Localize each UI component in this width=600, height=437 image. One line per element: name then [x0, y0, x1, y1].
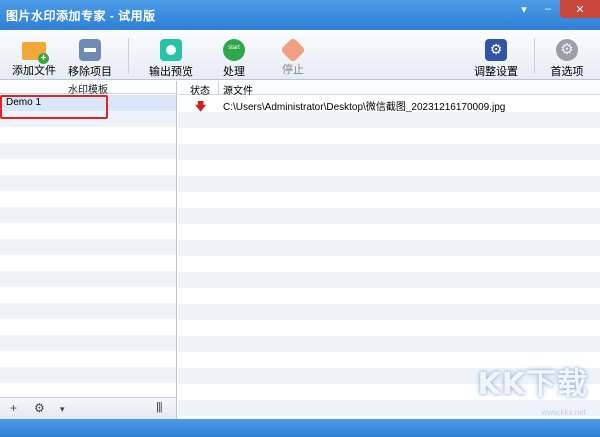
remove-item-label: 移除项目: [68, 66, 112, 78]
empty-row: [0, 367, 176, 383]
add-file-button[interactable]: 添加文件: [6, 32, 62, 78]
source-column-header[interactable]: 源文件: [223, 82, 253, 97]
status-column-header[interactable]: 状态: [190, 82, 210, 97]
stop-button[interactable]: 停止: [265, 32, 321, 78]
preferences-button[interactable]: 首选项: [539, 32, 595, 78]
file-list-header: 状态 源文件: [178, 81, 600, 97]
add-folder-icon: [22, 42, 49, 64]
process-button[interactable]: 处理: [206, 32, 262, 78]
empty-row: [178, 224, 600, 240]
empty-row: [178, 320, 600, 336]
file-path: C:\Users\Administrator\Desktop\微信截图_2023…: [223, 102, 506, 113]
add-file-label: 添加文件: [12, 65, 56, 77]
empty-row: [178, 112, 600, 128]
stop-label: 停止: [282, 64, 304, 76]
columns-icon[interactable]: |||: [156, 401, 163, 413]
empty-row: [178, 144, 600, 160]
process-label: 处理: [223, 66, 245, 78]
empty-row: [178, 128, 600, 144]
toolbar-separator: [128, 38, 129, 74]
watermark-logo: KK下载: [477, 367, 588, 402]
template-column-header: 水印模板: [0, 81, 176, 96]
file-panel: 状态 源文件 🡇 C:\Users\Administrator\Desktop\…: [178, 81, 600, 419]
empty-row: [0, 303, 176, 319]
empty-row: [0, 143, 176, 159]
empty-row: [0, 223, 176, 239]
template-settings-icon[interactable]: ⚙: [34, 401, 45, 415]
empty-row: [178, 208, 600, 224]
export-preview-label: 输出预览: [149, 66, 193, 78]
status-bar: [0, 419, 600, 437]
minimize-button[interactable]: –: [536, 0, 560, 18]
stop-icon: [280, 37, 306, 63]
toolbar-separator: [534, 38, 535, 74]
empty-row: [178, 240, 600, 256]
empty-row: [178, 256, 600, 272]
empty-row: [0, 191, 176, 207]
add-template-button[interactable]: +: [10, 401, 17, 415]
template-list: Demo 1: [0, 95, 176, 395]
empty-row: [0, 335, 176, 351]
remove-icon: [79, 39, 101, 61]
window-controls: ▾ – ✕: [512, 0, 600, 22]
template-header-label: 水印模板: [68, 85, 108, 96]
empty-row: [178, 336, 600, 352]
preferences-label: 首选项: [550, 66, 584, 78]
empty-row: [0, 159, 176, 175]
empty-row: [178, 192, 600, 208]
window-title: 图片水印添加专家 - 试用版: [6, 8, 156, 23]
template-toolbar: + ⚙ ▾ |||: [0, 397, 176, 419]
empty-row: [0, 207, 176, 223]
empty-row: [178, 176, 600, 192]
menu-dropdown-icon[interactable]: ▾: [512, 0, 536, 18]
close-button[interactable]: ✕: [560, 0, 600, 18]
empty-row: [0, 271, 176, 287]
adjust-settings-button[interactable]: 调整设置: [468, 32, 524, 78]
template-panel: 水印模板 Demo 1 + ⚙ ▾ |||: [0, 81, 177, 419]
file-row[interactable]: 🡇 C:\Users\Administrator\Desktop\微信截图_20…: [178, 96, 600, 113]
empty-row: [178, 272, 600, 288]
remove-item-button[interactable]: 移除项目: [62, 32, 118, 78]
empty-row: [178, 288, 600, 304]
title-bar: 图片水印添加专家 - 试用版 ▾ – ✕: [0, 0, 600, 30]
adjust-settings-label: 调整设置: [474, 66, 518, 78]
empty-row: [0, 319, 176, 335]
column-divider[interactable]: [218, 81, 219, 95]
selection-highlight: [0, 95, 108, 119]
watermark-url: www.kkx.net: [541, 408, 586, 417]
empty-row: [0, 351, 176, 367]
toolbar: 添加文件 移除项目 输出预览 处理 停止 调整设置 首选项: [0, 30, 600, 80]
empty-row: [178, 160, 600, 176]
gear-icon: [556, 39, 578, 61]
preview-icon: [160, 39, 182, 61]
empty-row: [0, 175, 176, 191]
empty-row: [0, 255, 176, 271]
empty-row: [178, 304, 600, 320]
export-preview-button[interactable]: 输出预览: [143, 32, 199, 78]
empty-row: [0, 127, 176, 143]
empty-row: [0, 287, 176, 303]
settings-icon: [485, 39, 507, 61]
empty-row: [0, 239, 176, 255]
start-icon: [223, 39, 245, 61]
chevron-down-icon[interactable]: ▾: [60, 404, 65, 415]
